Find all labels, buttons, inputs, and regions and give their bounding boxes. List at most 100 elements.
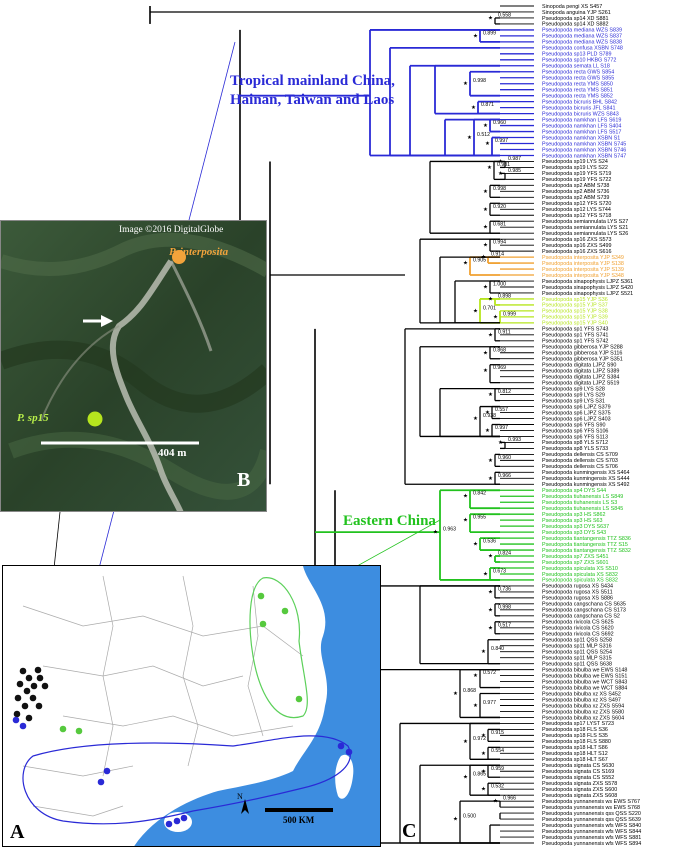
support-value: 0.517 (498, 622, 511, 628)
support-value: 0.868 (463, 688, 476, 694)
node-star-icon: ★ (453, 817, 458, 823)
node-star-icon: ★ (473, 542, 478, 548)
node-star-icon: ★ (498, 171, 503, 177)
support-value: 0.966 (503, 796, 516, 802)
support-value: 0.736 (498, 586, 511, 592)
node-star-icon: ★ (471, 105, 476, 111)
support-value: 0.999 (503, 311, 516, 317)
node-star-icon: ★ (463, 81, 468, 87)
node-star-icon: ★ (483, 123, 488, 129)
node-star-icon: ★ (493, 799, 498, 805)
satellite-terrain (1, 221, 266, 511)
label-interposita: P. interposita (169, 246, 229, 258)
support-value: 0.673 (493, 568, 506, 574)
node-star-icon: ★ (483, 350, 488, 356)
support-value: 0.914 (491, 252, 504, 258)
node-star-icon: ★ (498, 440, 503, 446)
node-star-icon: ★ (473, 308, 478, 314)
support-value: 0.812 (498, 389, 511, 395)
support-value: 0.959 (491, 766, 504, 772)
node-star-icon: ★ (485, 141, 490, 147)
support-value: 0.911 (498, 329, 511, 335)
node-star-icon: ★ (463, 494, 468, 500)
node-star-icon: ★ (463, 775, 468, 781)
node-star-icon: ★ (433, 530, 438, 536)
node-star-icon: ★ (481, 769, 486, 775)
support-value: 0.998 (473, 78, 486, 84)
support-value: 0.955 (473, 515, 486, 521)
support-value: 0.536 (483, 539, 496, 545)
support-value: 0.558 (498, 12, 511, 18)
support-value: 1.000 (493, 281, 506, 287)
support-value: 0.960 (493, 120, 506, 126)
support-value: 0.681 (493, 222, 506, 228)
support-value: 0.557 (495, 407, 508, 413)
node-star-icon: ★ (488, 554, 493, 560)
china-map (3, 566, 380, 846)
label-sp15: P. sp15 (17, 412, 49, 424)
region-label-eastern: Eastern China (343, 513, 436, 529)
node-star-icon: ★ (483, 207, 488, 213)
node-star-icon: ★ (453, 691, 458, 697)
node-star-icon: ★ (485, 410, 490, 416)
node-star-icon: ★ (488, 392, 493, 398)
support-value: 0.960 (498, 455, 511, 461)
support-value: 0.920 (493, 204, 506, 210)
node-star-icon: ★ (483, 243, 488, 249)
node-star-icon: ★ (481, 733, 486, 739)
region-label-tropical-line2: Hainan, Taiwan and Laos (230, 92, 395, 108)
panel-label-a: A (10, 821, 25, 843)
support-value: 0.512 (477, 132, 490, 138)
support-value: 0.998 (493, 186, 506, 192)
region-label-tropical-line1: Tropical mainland China, (230, 73, 395, 89)
node-star-icon: ★ (488, 296, 493, 302)
support-value: 0.977 (483, 700, 496, 706)
support-value: 0.500 (463, 814, 476, 820)
scale-label: 404 m (158, 447, 187, 459)
node-star-icon: ★ (481, 649, 486, 655)
support-value: 0.963 (443, 527, 456, 533)
support-value: 0.998 (498, 604, 511, 610)
support-value: 0.701 (483, 305, 496, 311)
node-star-icon: ★ (473, 33, 478, 39)
node-star-icon: ★ (473, 673, 478, 679)
node-star-icon: ★ (488, 476, 493, 482)
node-star-icon: ★ (463, 261, 468, 267)
node-star-icon: ★ (488, 589, 493, 595)
node-star-icon: ★ (483, 284, 488, 290)
sp15-marker (87, 411, 103, 427)
satellite-image-panel: Image ©2016 DigitalGlobe P. interposita … (0, 220, 267, 512)
node-star-icon: ★ (485, 428, 490, 434)
panel-label-b: B (237, 469, 251, 491)
node-star-icon: ★ (481, 751, 486, 757)
node-star-icon: ★ (493, 314, 498, 320)
node-star-icon: ★ (488, 607, 493, 613)
support-value: 0.997 (495, 425, 508, 431)
support-value: 0.898 (498, 293, 511, 299)
support-value: 0.993 (508, 437, 521, 443)
node-star-icon: ★ (473, 416, 478, 422)
node-star-icon: ★ (483, 189, 488, 195)
support-value: 0.997 (495, 138, 508, 144)
node-star-icon: ★ (488, 458, 493, 464)
map-panel: N 500 KM A (2, 565, 381, 847)
support-value: 0.842 (473, 491, 486, 497)
node-star-icon: ★ (488, 15, 493, 21)
node-star-icon: ★ (463, 739, 468, 745)
support-value: 0.554 (491, 748, 504, 754)
node-star-icon: ★ (483, 368, 488, 374)
support-value: 0.532 (491, 784, 504, 790)
support-value: 0.969 (493, 365, 506, 371)
support-value: 0.868 (493, 347, 506, 353)
north-label: N (237, 792, 243, 801)
node-star-icon: ★ (473, 703, 478, 709)
image-credit: Image ©2016 DigitalGlobe (119, 225, 224, 235)
support-value: 0.871 (481, 102, 494, 108)
node-star-icon: ★ (487, 165, 492, 171)
node-star-icon: ★ (483, 571, 488, 577)
support-value: 0.915 (491, 730, 504, 736)
tip-label: Pseudopoda yunnanensis wfs WFS S894 (542, 841, 641, 847)
node-star-icon: ★ (463, 518, 468, 524)
node-star-icon: ★ (488, 625, 493, 631)
node-star-icon: ★ (481, 787, 486, 793)
